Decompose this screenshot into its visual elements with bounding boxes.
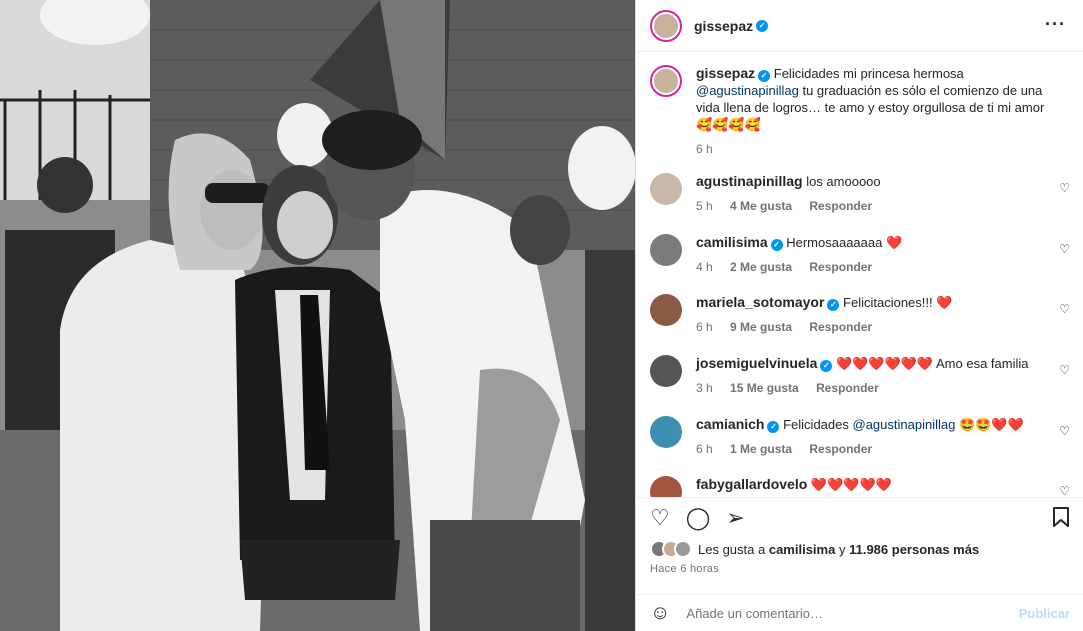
comment-username[interactable]: mariela_sotomayor (696, 294, 824, 310)
comment-time[interactable]: 5 h (696, 199, 713, 213)
comment-text-a: Felicidades (783, 417, 849, 432)
comment-meta: 6 h 9 Me gusta Responder (696, 319, 1036, 336)
post-actions-bar: ♡ ◯ ➢ (636, 497, 1083, 537)
comment-avatar[interactable] (650, 173, 682, 205)
reply-button[interactable]: Responder (809, 199, 872, 213)
likes-summary: Les gusta a camilisima y 11.986 personas… (650, 540, 979, 558)
caption-time[interactable]: 6 h (696, 142, 713, 156)
comment-text: los amooooo (806, 174, 881, 189)
liker-avatar[interactable] (674, 540, 692, 558)
post-header: gissepaz ✓ ··· (636, 0, 1083, 52)
likes-count[interactable]: 11.986 personas más (849, 542, 979, 557)
comment-meta: 6 h 1 Me gusta Responder (696, 441, 1036, 458)
caption-text: gissepaz ✓ Felicidades mi princesa hermos… (696, 65, 1056, 158)
caption-avatar[interactable] (650, 65, 682, 97)
verified-badge-icon: ✓ (770, 239, 783, 251)
bookmark-svg (1053, 507, 1069, 527)
comment-time[interactable]: 4 h (696, 260, 713, 274)
comment-item: camilisima ✓ Hermosaaaaaaa ❤️ 4 h 2 Me gu… (650, 234, 1070, 276)
comment-avatar[interactable] (650, 416, 682, 448)
comment-avatar[interactable] (650, 294, 682, 326)
verified-badge-icon: ✓ (820, 360, 833, 372)
post-side-panel: gissepaz ✓ ··· gissepaz ✓ Felicidades mi … (635, 0, 1083, 631)
publish-button[interactable]: Publicar (1019, 606, 1070, 621)
comment-text: ❤️❤️❤️❤️❤️ (810, 477, 892, 492)
verified-badge-icon: ✓ (758, 70, 771, 82)
comment-avatar[interactable] (650, 476, 682, 497)
reply-button[interactable]: Responder (809, 320, 872, 334)
comment-avatar[interactable] (650, 234, 682, 266)
comment-icon[interactable]: ◯ (686, 506, 711, 529)
heart-icon[interactable]: ♡ (650, 506, 670, 529)
comment-like-heart-icon[interactable]: ♡ (1059, 242, 1070, 256)
comment-text-b: 🤩🤩❤️❤️ (958, 417, 1024, 432)
comment-like-heart-icon[interactable]: ♡ (1059, 302, 1070, 316)
comment-meta: 3 h 15 Me gusta Responder (696, 380, 1036, 397)
reply-button[interactable]: Responder (809, 260, 872, 274)
comment-like-heart-icon[interactable]: ♡ (1059, 363, 1070, 377)
comment-item: mariela_sotomayor ✓ Felicitaciones!!! ❤️ … (650, 294, 1070, 336)
comment-text: Felicitaciones!!! ❤️ (843, 295, 953, 310)
comment-item: camianich ✓ Felicidades @agustinapinillag… (650, 416, 1070, 458)
comment-username[interactable]: camianich (696, 416, 764, 432)
verified-badge-icon: ✓ (767, 421, 780, 433)
comment-username[interactable]: agustinapinillag (696, 173, 803, 189)
comment-likes[interactable]: 2 Me gusta (730, 260, 792, 274)
bookmark-icon[interactable] (1052, 506, 1070, 534)
comment-likes[interactable]: 9 Me gusta (730, 320, 792, 334)
caption-meta: 6 h (696, 141, 1056, 158)
comment-meta: 5 h 4 Me gusta Responder (696, 198, 1036, 215)
comment-time[interactable]: 6 h (696, 320, 713, 334)
comment-time[interactable]: 6 h (696, 442, 713, 456)
comment-like-heart-icon[interactable]: ♡ (1059, 424, 1070, 438)
comments-section[interactable]: gissepaz ✓ Felicidades mi princesa hermos… (636, 53, 1083, 497)
likes-prefix: Les gusta a (698, 541, 766, 557)
caption-text-a: Felicidades mi princesa hermosa (773, 66, 964, 81)
comment-username[interactable]: fabygallardovelo (696, 476, 807, 492)
emoji-icon[interactable]: ☺ (650, 602, 670, 625)
comment-text: ❤️❤️❤️❤️❤️❤️ Amo esa familia (836, 356, 1029, 371)
comment-text: Hermosaaaaaaa ❤️ (786, 235, 903, 250)
caption-emojis: 🥰🥰🥰🥰 (696, 117, 761, 132)
comment-item: josemiguelvinuela ✓ ❤️❤️❤️❤️❤️❤️ Amo esa … (650, 355, 1070, 397)
comment-like-heart-icon[interactable]: ♡ (1059, 484, 1070, 497)
post-time-ago[interactable]: Hace 6 horas (650, 563, 719, 575)
comment-input[interactable] (686, 605, 987, 621)
comment-username[interactable]: camilisima (696, 234, 768, 250)
likes-user[interactable]: camilisima (769, 542, 836, 557)
likes-text[interactable]: Les gusta a camilisima y 11.986 personas… (698, 542, 979, 557)
reply-button[interactable]: Responder (816, 381, 879, 395)
verified-badge-icon: ✓ (756, 19, 769, 32)
more-options-icon[interactable]: ··· (1045, 14, 1066, 35)
comment-mention[interactable]: @agustinapinillag (853, 417, 956, 432)
likes-middle: y (838, 541, 846, 557)
comment-like-heart-icon[interactable]: ♡ (1059, 181, 1070, 195)
comment-avatar[interactable] (650, 355, 682, 387)
reply-button[interactable]: Responder (809, 442, 872, 456)
comment-likes[interactable]: 1 Me gusta (730, 442, 792, 456)
comment-likes[interactable]: 15 Me gusta (730, 381, 799, 395)
comment-item: agustinapinillag los amooooo 5 h 4 Me gu… (650, 173, 1070, 215)
caption-mention[interactable]: @agustinapinillag (696, 83, 799, 98)
comment-username[interactable]: josemiguelvinuela (696, 355, 817, 371)
caption-username[interactable]: gissepaz (696, 65, 755, 81)
add-comment-bar: ☺ Publicar (636, 594, 1083, 631)
comment-item: fabygallardovelo ❤️❤️❤️❤️❤️ ♡ (650, 476, 1070, 497)
post-photo (0, 0, 635, 631)
photo-illustration (0, 0, 635, 631)
comment-time[interactable]: 3 h (696, 381, 713, 395)
comment-meta: 4 h 2 Me gusta Responder (696, 259, 1036, 276)
verified-badge-icon: ✓ (827, 299, 840, 311)
share-icon[interactable]: ➢ (726, 506, 744, 529)
author-username[interactable]: gissepaz (694, 18, 753, 34)
comment-likes[interactable]: 4 Me gusta (730, 199, 792, 213)
post-caption: gissepaz ✓ Felicidades mi princesa hermos… (650, 65, 1070, 158)
author-avatar[interactable] (650, 9, 682, 42)
